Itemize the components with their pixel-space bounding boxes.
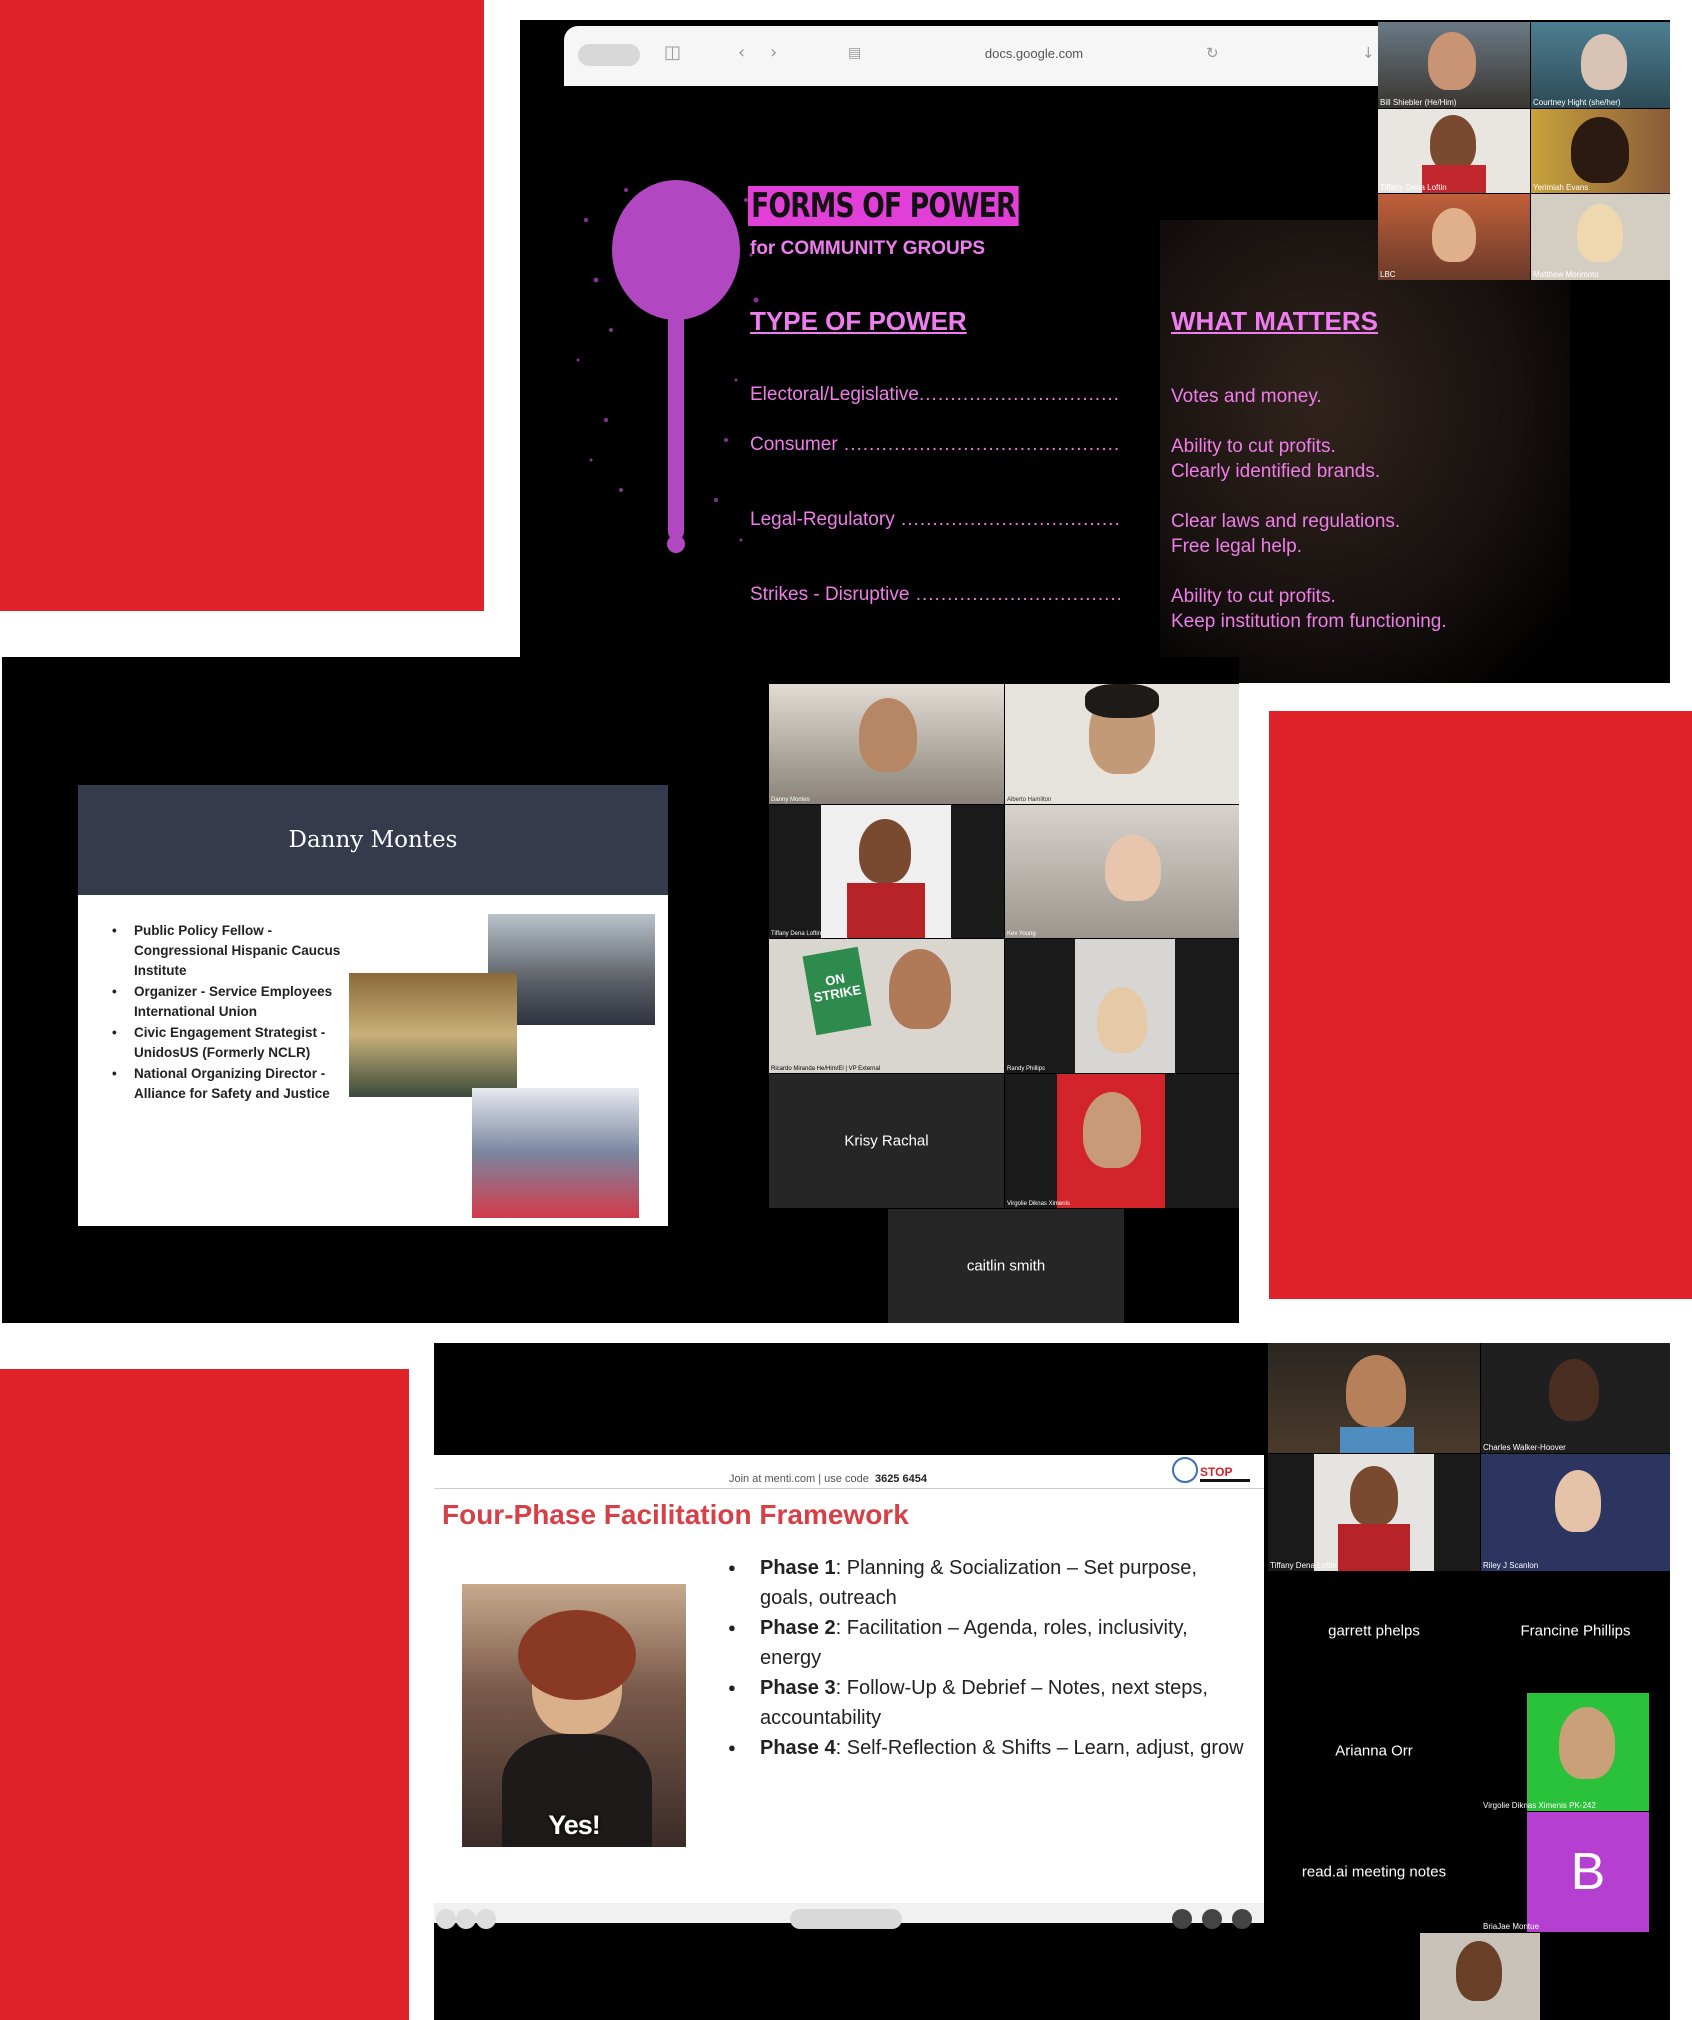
slide-options-button[interactable] (456, 1909, 476, 1929)
participant-tile[interactable] (1420, 1933, 1540, 2020)
participant-tile[interactable]: Randy Phillips (1005, 939, 1239, 1073)
participant-tile[interactable]: Arianna Orr (1268, 1691, 1480, 1811)
menti-join-banner: Join at menti.com | use code 3625 6454 (729, 1473, 927, 1485)
bio-item: Public Policy Fellow - Congressional His… (112, 921, 352, 981)
participant-tile[interactable]: ON STRIKE Ricardo Miranda He/Him/El | VP… (769, 939, 1004, 1073)
participant-tile[interactable]: Courtney Hight (she/her) (1531, 22, 1670, 108)
speaker-bio-list: Public Policy Fellow - Congressional His… (112, 921, 352, 1105)
participant-tile[interactable]: Virgolie Diknas Ximenis (1005, 1074, 1239, 1208)
phase-item: Phase 3: Follow-Up & Debrief – Notes, ne… (726, 1673, 1246, 1733)
slide-title: FORMS OF POWER (748, 186, 1019, 226)
screenshot-forms-of-power: ◫ ‹ › ▤ docs.google.com ↻ ↓ FORMS OF POW… (520, 20, 1670, 683)
speaker-name: Danny Montes (78, 785, 668, 895)
participant-avatar: B (1527, 1812, 1649, 1932)
on-strike-sign: ON STRIKE (802, 946, 872, 1036)
what-matters-row: Ability to cut profits. Keep institution … (1171, 586, 1447, 632)
participant-tile[interactable]: caitlin smith (888, 1209, 1124, 1323)
yes-reaction-gif: Yes! (462, 1584, 686, 1847)
next-slide-button[interactable] (476, 1909, 496, 1929)
participant-tile[interactable]: Tiffany Dena Loftin (1268, 1454, 1480, 1571)
photo-podium-speech (472, 1088, 639, 1218)
forward-icon[interactable]: › (770, 42, 777, 63)
sidebar-icon[interactable]: ◫ (664, 42, 681, 63)
address-bar[interactable]: docs.google.com (964, 46, 1104, 61)
download-icon[interactable]: ↓ (1362, 44, 1375, 62)
screenshot-facilitation-framework: Join at menti.com | use code 3625 6454 S… (434, 1343, 1670, 2020)
prev-slide-button[interactable] (436, 1909, 456, 1929)
participant-tile[interactable]: Danny Montes (769, 684, 1004, 804)
participant-name: caitlin smith (966, 1257, 1046, 1275)
participant-tile[interactable]: Tiffany Dena Loftin (1378, 109, 1530, 193)
reload-icon[interactable]: ↻ (1206, 44, 1219, 62)
red-block-right (1269, 711, 1692, 1299)
back-icon[interactable]: ‹ (738, 42, 745, 63)
red-block-bottom-left (0, 1369, 409, 2020)
phase-item: Phase 4: Self-Reflection & Shifts – Lear… (726, 1733, 1246, 1763)
participants-button[interactable] (1232, 1909, 1252, 1929)
participant-tile[interactable]: Krisy Rachal (769, 1074, 1004, 1208)
site-settings-icon[interactable]: ▤ (848, 45, 861, 61)
phase-item: Phase 2: Facilitation – Agenda, roles, i… (726, 1613, 1246, 1673)
participant-name: Francine Phillips (1520, 1622, 1631, 1640)
participant-name: read.ai meeting notes (1301, 1863, 1447, 1881)
participant-tile[interactable]: read.ai meeting notes (1268, 1812, 1480, 1932)
slide-subtitle: for COMMUNITY GROUPS (750, 238, 986, 259)
exit-slides-button[interactable] (790, 1909, 902, 1929)
participant-tile[interactable]: Charles Walker-Hoover (1481, 1343, 1670, 1453)
bio-item: Organizer - Service Employees Internatio… (112, 982, 352, 1022)
speaker-slide: Danny Montes Public Policy Fellow - Cong… (78, 785, 668, 1226)
participant-name: Arianna Orr (1335, 1742, 1413, 1760)
red-block-top-left (0, 0, 484, 611)
participant-tile[interactable]: B BriaJae Montue (1481, 1812, 1670, 1932)
framework-slide: Join at menti.com | use code 3625 6454 S… (434, 1455, 1264, 1923)
slide-title: Four-Phase Facilitation Framework (442, 1499, 909, 1530)
what-matters-header: WHAT MATTERS (1171, 306, 1378, 336)
power-type-row: Strikes - Disruptive ...................… (750, 584, 1120, 605)
phase-item: Phase 1: Planning & Socialization – Set … (726, 1553, 1246, 1613)
phase-list: Phase 1: Planning & Socialization – Set … (726, 1553, 1246, 1763)
bio-item: National Organizing Director - Alliance … (112, 1064, 352, 1104)
photo-legislature-group (349, 973, 517, 1097)
participant-tile[interactable]: garrett phelps (1268, 1572, 1480, 1690)
participant-tile[interactable]: Kev Young (1005, 805, 1239, 938)
participant-tile[interactable]: Tiffany Dena Loftin (769, 805, 1004, 938)
participant-name: Krisy Rachal (844, 1132, 929, 1150)
screenshot-speaker-intro: Danny Montes Public Policy Fellow - Cong… (2, 657, 1239, 1323)
participant-tile[interactable]: Yerimiah Evans (1531, 109, 1670, 193)
what-matters-row: Votes and money. (1171, 386, 1322, 407)
cant-stop-logo: STOP (1172, 1457, 1256, 1485)
bio-item: Civic Engagement Strategist - UnidosUS (… (112, 1023, 352, 1063)
like-reaction-button[interactable] (1172, 1909, 1192, 1929)
participant-tile[interactable]: Francine Phillips (1481, 1572, 1670, 1690)
heart-reaction-button[interactable] (1202, 1909, 1222, 1929)
participant-name: garrett phelps (1328, 1622, 1420, 1640)
power-type-row: Consumer ...............................… (750, 434, 1120, 455)
what-matters-row: Clear laws and regulations. Free legal he… (1171, 511, 1401, 557)
participant-tile[interactable]: Matthew Morimoto (1531, 194, 1670, 280)
participant-tile[interactable]: Bill Shiebler (He/Him) (1378, 22, 1530, 108)
participant-tile[interactable]: LBC (1378, 194, 1530, 280)
participant-tile[interactable] (1268, 1343, 1480, 1453)
gif-caption: Yes! (548, 1810, 601, 1840)
browser-toolbar: ◫ ‹ › ▤ docs.google.com ↻ ↓ (564, 26, 1404, 86)
participant-tile[interactable]: Virgolie Diknas Ximenis PK-242 (1481, 1691, 1670, 1811)
paint-splatter-graphic (576, 180, 759, 553)
power-type-row: Electoral/Legislative...................… (750, 384, 1120, 405)
what-matters-row: Ability to cut profits. Clearly identifie… (1171, 436, 1381, 482)
participant-tile[interactable]: Alberto Hamilton (1005, 684, 1239, 804)
participant-tile[interactable]: Riley J Scanlon (1481, 1454, 1670, 1571)
tab-overview-button[interactable] (578, 44, 640, 66)
type-of-power-header: TYPE OF POWER (750, 306, 967, 336)
power-type-row: Legal-Regulatory .......................… (750, 509, 1120, 530)
